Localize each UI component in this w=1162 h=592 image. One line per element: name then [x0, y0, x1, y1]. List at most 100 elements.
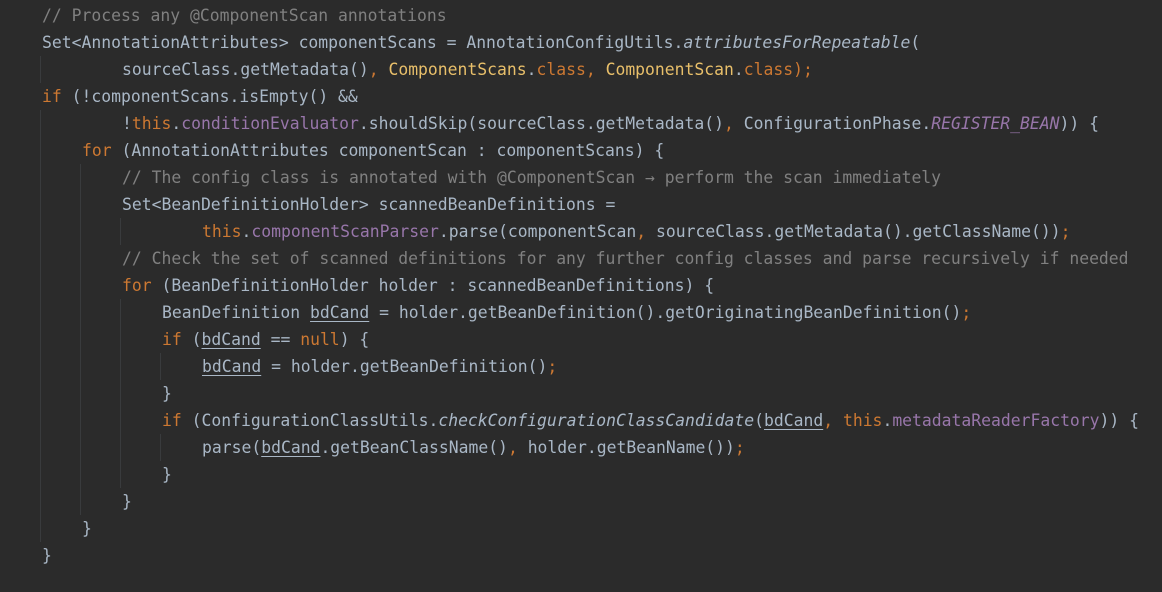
code-token: metadataReaderFactory [892, 411, 1100, 430]
code-line-content: // Check the set of scanned definitions … [42, 249, 1129, 268]
indent-guide [120, 353, 121, 380]
indent-guide [120, 326, 121, 353]
indent-guide [80, 299, 81, 326]
code-token: // The config class is annotated with @C… [122, 168, 942, 187]
indent-guide [40, 326, 41, 353]
code-line-content: for (BeanDefinitionHolder holder : scann… [42, 276, 714, 295]
code-line[interactable]: Set<BeanDefinitionHolder> scannedBeanDef… [40, 191, 1139, 218]
indent-guide [80, 353, 81, 380]
code-token: , [636, 222, 656, 241]
code-line[interactable]: } [40, 380, 1139, 407]
code-line-content: Set<AnnotationAttributes> componentScans… [42, 33, 920, 52]
code-token: .shouldSkip(sourceClass.getMetadata() [358, 114, 724, 133]
code-token: (AnnotationAttributes componentScan : co… [111, 141, 665, 160]
indent-guide [40, 164, 41, 191]
code-editor[interactable]: // Process any @ComponentScan annotation… [0, 0, 1162, 592]
code-line-content: } [42, 546, 52, 565]
code-line[interactable]: this.componentScanParser.parse(component… [40, 218, 1139, 245]
indent-guide [40, 299, 41, 326]
code-token: ( [181, 330, 202, 349]
code-token: . [733, 60, 744, 79]
code-line[interactable]: // Process any @ComponentScan annotation… [42, 2, 1139, 29]
indent-guide [80, 164, 81, 191]
code-line[interactable]: } [42, 542, 1139, 569]
indent-guide [40, 434, 41, 461]
code-line-content: BeanDefinition bdCand = holder.getBeanDe… [42, 303, 971, 322]
code-line[interactable]: sourceClass.getMetadata(), ComponentScan… [40, 56, 1139, 83]
code-line[interactable]: parse(bdCand.getBeanClassName(), holder.… [40, 434, 1139, 461]
indent-guide [40, 245, 41, 272]
indent-guide [160, 353, 161, 380]
code-line[interactable]: if (ConfigurationClassUtils.checkConfigu… [40, 407, 1140, 434]
code-token: . [241, 222, 252, 241]
code-token: // Process any @ComponentScan annotation… [42, 6, 447, 25]
code-line[interactable]: } [40, 461, 1139, 488]
code-line[interactable]: } [40, 515, 1139, 542]
code-block[interactable]: // Process any @ComponentScan annotation… [40, 2, 1140, 569]
code-token: if [162, 411, 182, 430]
indent-guide [80, 272, 81, 299]
indent-guide [40, 272, 41, 299]
code-line[interactable]: Set<AnnotationAttributes> componentScans… [42, 29, 1139, 56]
indent-guide [80, 407, 81, 434]
code-token: this [131, 114, 172, 133]
indent-guide [80, 434, 81, 461]
code-line[interactable]: for (AnnotationAttributes componentScan … [40, 137, 1139, 164]
code-line[interactable]: if (bdCand == null) { [40, 326, 1139, 353]
code-token: , [368, 60, 389, 79]
code-token: BeanDefinition [162, 303, 311, 322]
code-token: } [162, 465, 172, 484]
indent-guide [40, 218, 41, 245]
code-token: } [82, 519, 92, 538]
code-line[interactable]: BeanDefinition bdCand = holder.getBeanDe… [40, 299, 1139, 326]
code-token: sourceClass.getMetadata() [122, 60, 369, 79]
indent-guide [120, 380, 121, 407]
code-line[interactable]: // Check the set of scanned definitions … [40, 245, 1139, 272]
indent-guide [40, 137, 41, 164]
code-token: , [585, 60, 606, 79]
code-line-content: parse(bdCand.getBeanClassName(), holder.… [42, 438, 745, 457]
code-token: . [526, 60, 537, 79]
code-token: .parse(componentScan [438, 222, 637, 241]
indent-guide [40, 56, 41, 83]
indent-guide [80, 380, 81, 407]
code-token: Set<BeanDefinitionHolder> scannedBeanDef… [122, 195, 616, 214]
code-line-content: if (bdCand == null) { [42, 330, 369, 349]
code-token: null [300, 330, 340, 349]
code-token: ComponentScan [605, 60, 734, 79]
code-token: )) { [1099, 411, 1140, 430]
code-token: bdCand [310, 303, 370, 322]
code-line[interactable]: for (BeanDefinitionHolder holder : scann… [40, 272, 1139, 299]
code-line[interactable]: if (!componentScans.isEmpty() && [42, 83, 1139, 110]
code-token: ConfigurationPhase. [743, 114, 932, 133]
code-token: ; [734, 438, 745, 457]
code-token: conditionEvaluator [181, 114, 359, 133]
code-token: for [122, 276, 152, 295]
code-line-content: } [42, 465, 172, 484]
code-token: (ConfigurationClassUtils. [181, 411, 439, 430]
code-line[interactable]: !this.conditionEvaluator.shouldSkip(sour… [40, 110, 1139, 137]
code-line[interactable]: // The config class is annotated with @C… [40, 164, 1139, 191]
code-line-content: // Process any @ComponentScan annotation… [42, 6, 447, 25]
indent-guide [40, 380, 41, 407]
code-token: this [202, 222, 242, 241]
code-line[interactable]: bdCand = holder.getBeanDefinition(); [40, 353, 1139, 380]
indent-guide [40, 191, 41, 218]
code-token: = holder.getBeanDefinition().getOriginat… [369, 303, 962, 322]
code-token: )) { [1059, 114, 1100, 133]
indent-guide [120, 461, 121, 488]
indent-guide [120, 434, 121, 461]
code-token: (BeanDefinitionHolder holder : scannedBe… [151, 276, 715, 295]
indent-guide [120, 407, 121, 434]
code-token: = holder.getBeanDefinition() [261, 357, 548, 376]
code-line-content: // The config class is annotated with @C… [42, 168, 941, 187]
code-line-content: if (!componentScans.isEmpty() && [42, 87, 358, 106]
code-line[interactable]: } [40, 488, 1139, 515]
indent-guide [80, 218, 81, 245]
code-token: (!componentScans.isEmpty() && [61, 87, 358, 106]
code-line-content: sourceClass.getMetadata(), ComponentScan… [42, 60, 813, 79]
code-line-content: } [42, 492, 132, 511]
indent-guide [40, 407, 41, 434]
code-token: if [162, 330, 182, 349]
code-token: ComponentScans [388, 60, 527, 79]
